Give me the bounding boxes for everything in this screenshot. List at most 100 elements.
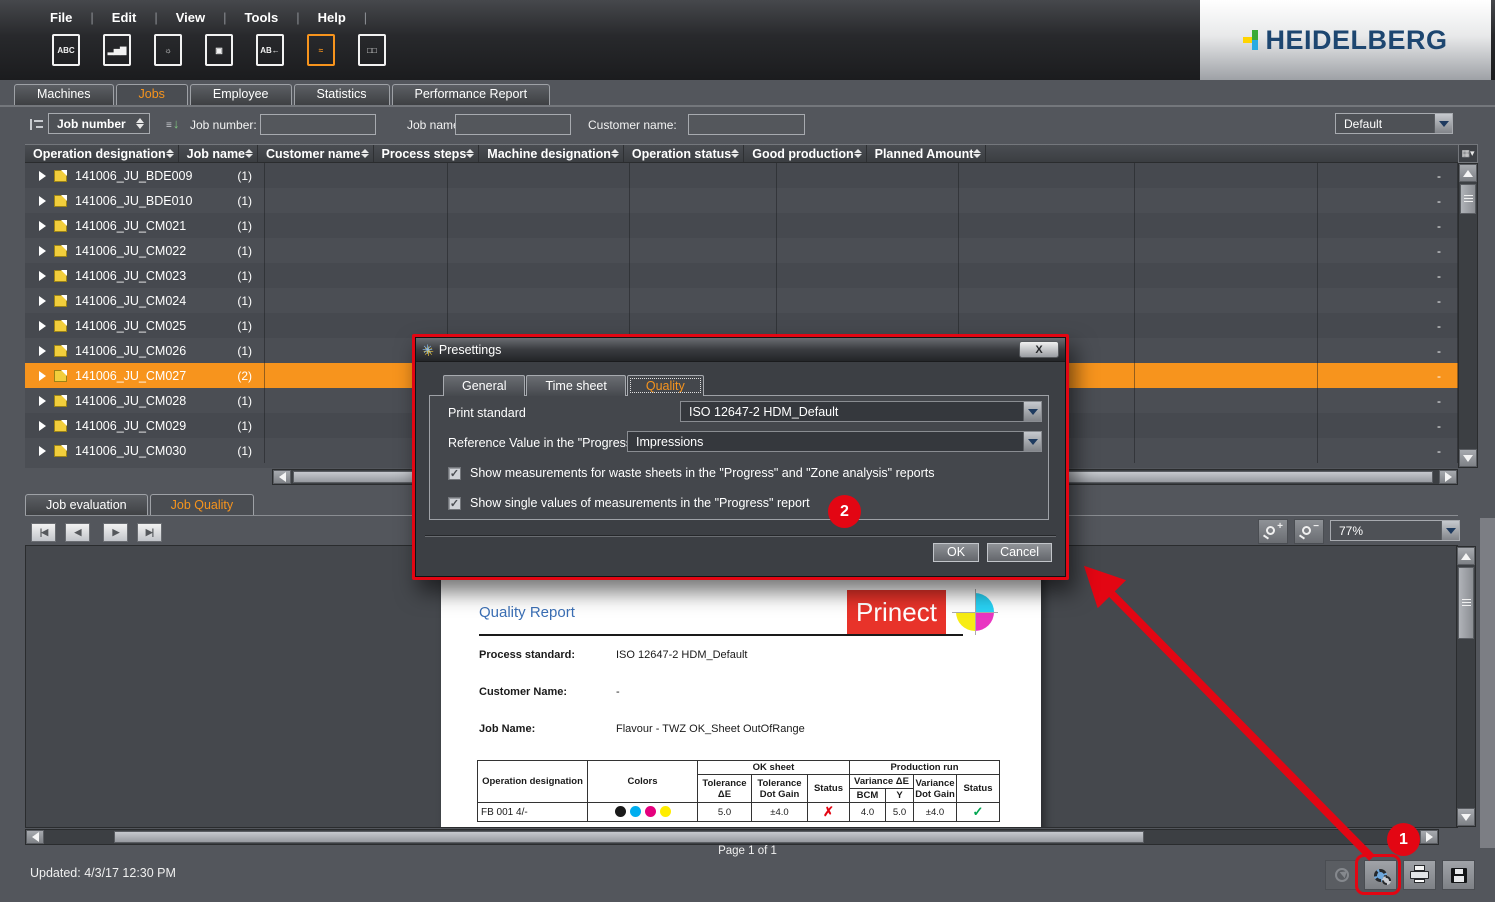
sort-field-select[interactable]: Job number [48,113,150,134]
dropdown-arrow-icon[interactable] [1023,432,1041,451]
sort-icon[interactable] [611,149,619,158]
dropdown-arrow-icon[interactable] [1441,521,1459,540]
network-report-icon[interactable]: □□ [358,34,386,66]
last-page-button[interactable]: ▶| [137,523,162,542]
column-header[interactable]: Operation designation [25,145,179,162]
sort-icon[interactable] [854,149,862,158]
141006_JU_CM024[interactable]: 141006_JU_CM024 (1) - [25,288,1458,313]
column-header[interactable]: Job name [179,145,258,162]
dropdown-arrow-icon[interactable] [1023,402,1041,421]
close-button[interactable]: X [1019,341,1059,358]
print-standard-select[interactable]: ISO 12647-2 HDM_Default [680,401,1042,422]
main-tab[interactable]: Machines [14,84,114,105]
sort-icon[interactable] [466,149,474,158]
141006_JU_CM022[interactable]: 141006_JU_CM022 (1) - [25,238,1458,263]
expand-icon[interactable] [39,346,46,356]
scrollbar-thumb[interactable] [1460,184,1476,214]
sort-icon[interactable] [166,149,174,158]
sort-direction-icon[interactable]: ↓ [166,116,179,131]
dialog-tab[interactable]: General [443,375,525,396]
menu-item[interactable]: View [176,8,245,27]
preview-horizontal-scrollbar[interactable] [25,829,1439,845]
workstation-settings-icon[interactable]: ☼ [154,34,182,66]
main-tab[interactable]: Performance Report [392,84,551,105]
expand-icon[interactable] [39,196,46,206]
job-import-icon[interactable]: AB← [256,34,284,66]
scrollbar-thumb[interactable] [114,831,1144,843]
dropdown-arrow-icon[interactable] [1434,114,1452,133]
performance-report-icon[interactable]: ≈ [307,34,335,66]
menu-item[interactable]: Edit [112,8,176,27]
column-header[interactable]: Machine designation [479,145,624,162]
141006_JU_BDE009[interactable]: 141006_JU_BDE009 (1) - [25,163,1458,188]
column-header[interactable]: Planned Amount [867,145,987,162]
waste-sheets-checkbox-row[interactable]: Show measurements for waste sheets in th… [448,466,935,480]
expand-icon[interactable] [39,421,46,431]
job-number-input[interactable] [260,114,376,135]
expand-icon[interactable] [39,221,46,231]
menu-item[interactable]: Tools [245,8,318,27]
scroll-up-button[interactable] [1459,164,1477,182]
scroll-left-button[interactable] [26,830,44,844]
table-vertical-scrollbar[interactable] [1458,163,1478,468]
zoom-level-select[interactable]: 77% [1330,520,1460,541]
expand-icon[interactable] [39,446,46,456]
zoom-in-button[interactable]: + [1258,519,1288,544]
bottom-tab[interactable]: Job evaluation [25,494,148,516]
141006_JU_BDE010[interactable]: 141006_JU_BDE010 (1) - [25,188,1458,213]
ok-button[interactable]: OK [933,543,979,562]
refresh-button[interactable] [1325,860,1358,890]
scroll-right-button[interactable] [1439,470,1457,484]
bottom-tab[interactable]: Job Quality [150,494,255,516]
sort-icon[interactable] [361,149,369,158]
expand-icon[interactable] [39,371,46,381]
column-config-button[interactable]: ▦▾ [1458,144,1478,163]
spinner-icon[interactable] [136,118,149,129]
next-page-button[interactable]: ▶ [103,523,128,542]
141006_JU_CM023[interactable]: 141006_JU_CM023 (1) - [25,263,1458,288]
hierarchy-icon[interactable] [30,119,44,130]
dialog-tab[interactable]: Time sheet [526,375,625,396]
first-page-button[interactable]: |◀ [31,523,56,542]
expand-icon[interactable] [39,321,46,331]
scroll-down-button[interactable] [1457,808,1475,826]
previous-page-button[interactable]: ◀ [65,523,90,542]
expand-icon[interactable] [39,271,46,281]
menu-item[interactable]: File [50,8,112,27]
dialog-title-bar[interactable]: ✳ Presettings X [416,338,1065,362]
job-name-input[interactable] [455,114,571,135]
dialog-tab[interactable]: Quality [627,375,704,396]
141006_JU_CM021[interactable]: 141006_JU_CM021 (1) - [25,213,1458,238]
sort-icon[interactable] [731,149,739,158]
bar-chart-icon[interactable]: ▂▅▇ [103,34,131,66]
customer-name-input[interactable] [688,114,805,135]
main-tab[interactable]: Jobs [116,84,188,105]
sort-icon[interactable] [973,149,981,158]
preset-select[interactable]: Default [1335,113,1453,134]
job-report-icon[interactable]: ABC [52,34,80,66]
scrollbar-thumb[interactable] [1458,567,1474,639]
scroll-left-button[interactable] [273,470,291,484]
main-tab[interactable]: Statistics [294,84,390,105]
reference-value-select[interactable]: Impressions [627,431,1042,452]
scroll-down-button[interactable] [1459,449,1477,467]
save-button[interactable] [1442,860,1475,890]
expand-icon[interactable] [39,246,46,256]
machine-icon[interactable]: ▣ [205,34,233,66]
expand-icon[interactable] [39,396,46,406]
main-tab[interactable]: Employee [190,84,292,105]
scroll-right-button[interactable] [1420,830,1438,844]
preview-vertical-scrollbar[interactable] [1456,546,1476,827]
cancel-button[interactable]: Cancel [987,543,1052,562]
column-header[interactable]: Good production [744,145,866,162]
column-header[interactable]: Customer name [258,145,373,162]
column-header[interactable]: Process steps [374,145,480,162]
checkbox-checked[interactable] [448,497,461,510]
sort-icon[interactable] [245,149,253,158]
checkbox-checked[interactable] [448,467,461,480]
print-button[interactable] [1403,860,1436,890]
menu-item[interactable]: Help [318,8,386,27]
expand-icon[interactable] [39,171,46,181]
scroll-up-button[interactable] [1457,547,1475,565]
zoom-out-button[interactable]: − [1294,519,1324,544]
